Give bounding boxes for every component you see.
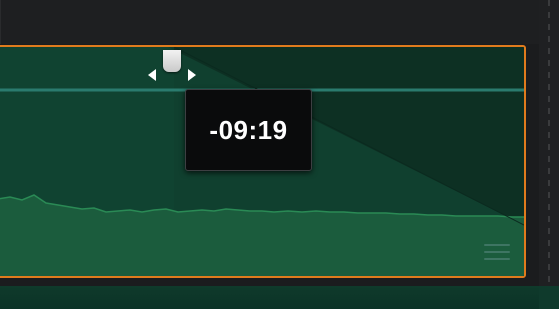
menu-bar (484, 244, 510, 246)
fade-duration-value: -09:19 (209, 114, 288, 145)
menu-bar (484, 251, 510, 253)
fade-handle[interactable] (163, 50, 181, 74)
fade-handle-knob[interactable] (163, 50, 181, 72)
arrow-left-icon (148, 69, 156, 81)
playhead-divider[interactable] (539, 0, 559, 309)
next-track-lane[interactable] (0, 286, 559, 309)
fade-duration-tooltip: -09:19 (185, 89, 312, 171)
menu-bar (484, 258, 510, 260)
timeline-viewport: -09:19 (0, 0, 559, 309)
playhead-dashed-line (548, 0, 550, 309)
arrow-right-icon (188, 69, 196, 81)
track-grid-line (0, 0, 1, 44)
track-header-strip (0, 0, 559, 44)
next-track-clip-area (0, 286, 539, 309)
hamburger-menu-icon[interactable] (484, 244, 510, 262)
